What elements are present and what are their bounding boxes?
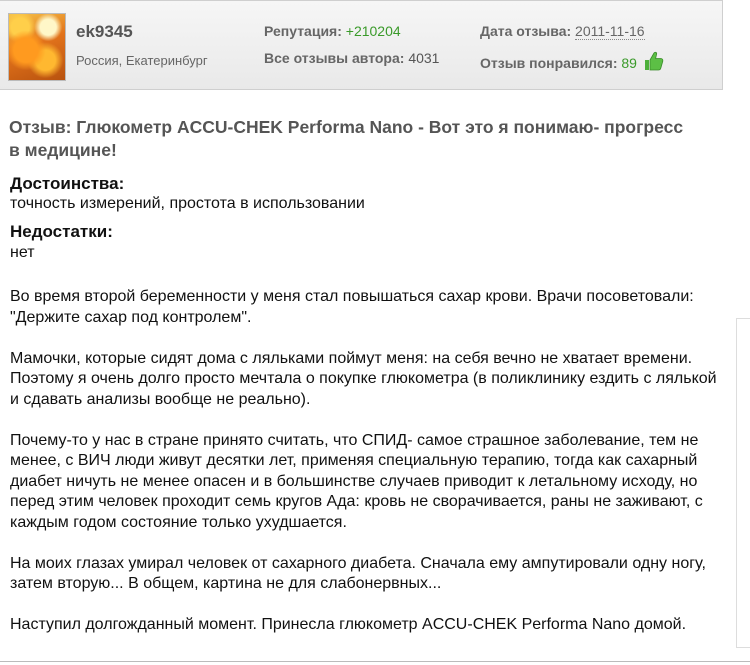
cons-label: Недостатки:	[10, 222, 113, 241]
cons-text: нет	[10, 244, 35, 261]
reputation-label: Репутация:	[264, 23, 342, 39]
author-reviews-count[interactable]: Все отзывы автора: 4031	[264, 50, 439, 66]
review-likes-label: Отзыв понравился:	[480, 55, 618, 71]
review-date-value: 2011-11-16	[575, 23, 645, 40]
author-avatar[interactable]	[8, 13, 66, 81]
review-likes-value: 89	[621, 55, 637, 71]
review-paragraph: Наступил долгожданный момент. Принесла г…	[10, 616, 687, 633]
review-paragraph: Почему-то у нас в стране принято считать…	[10, 431, 703, 531]
side-panel-edge	[736, 318, 750, 648]
review-paragraph: На моих глазах умирал человек от сахарно…	[10, 554, 706, 593]
reputation-value: +210204	[345, 23, 401, 39]
reviews-count-value: 4031	[408, 50, 440, 66]
review-date: Дата отзыва: 2011-11-16	[480, 23, 645, 40]
pros-text: точность измерений, простота в использов…	[10, 195, 365, 212]
reviews-count-label: Все отзывы автора:	[264, 50, 405, 66]
review-paragraph: Во время второй беременности у меня стал…	[10, 288, 694, 326]
pros-label: Достоинства:	[10, 174, 125, 193]
review-date-label: Дата отзыва:	[480, 23, 572, 39]
thumbs-up-icon[interactable]	[643, 50, 665, 75]
review-body: Во время второй беременности у меня стал…	[10, 287, 725, 656]
review-paragraph: Мамочки, которые сидят дома с ляльками п…	[10, 349, 717, 408]
divider	[0, 661, 750, 662]
author-location: Россия, Екатеринбург	[76, 53, 208, 68]
author-username[interactable]: ek9345	[76, 22, 133, 42]
author-info-bar: ek9345 Россия, Екатеринбург Репутация: +…	[0, 0, 723, 90]
reputation: Репутация: +210204	[264, 23, 401, 39]
review-title: Отзыв: Глюкометр ACCU-CHEK Performa Nano…	[9, 117, 684, 160]
review-likes: Отзыв понравился: 89	[480, 50, 665, 75]
